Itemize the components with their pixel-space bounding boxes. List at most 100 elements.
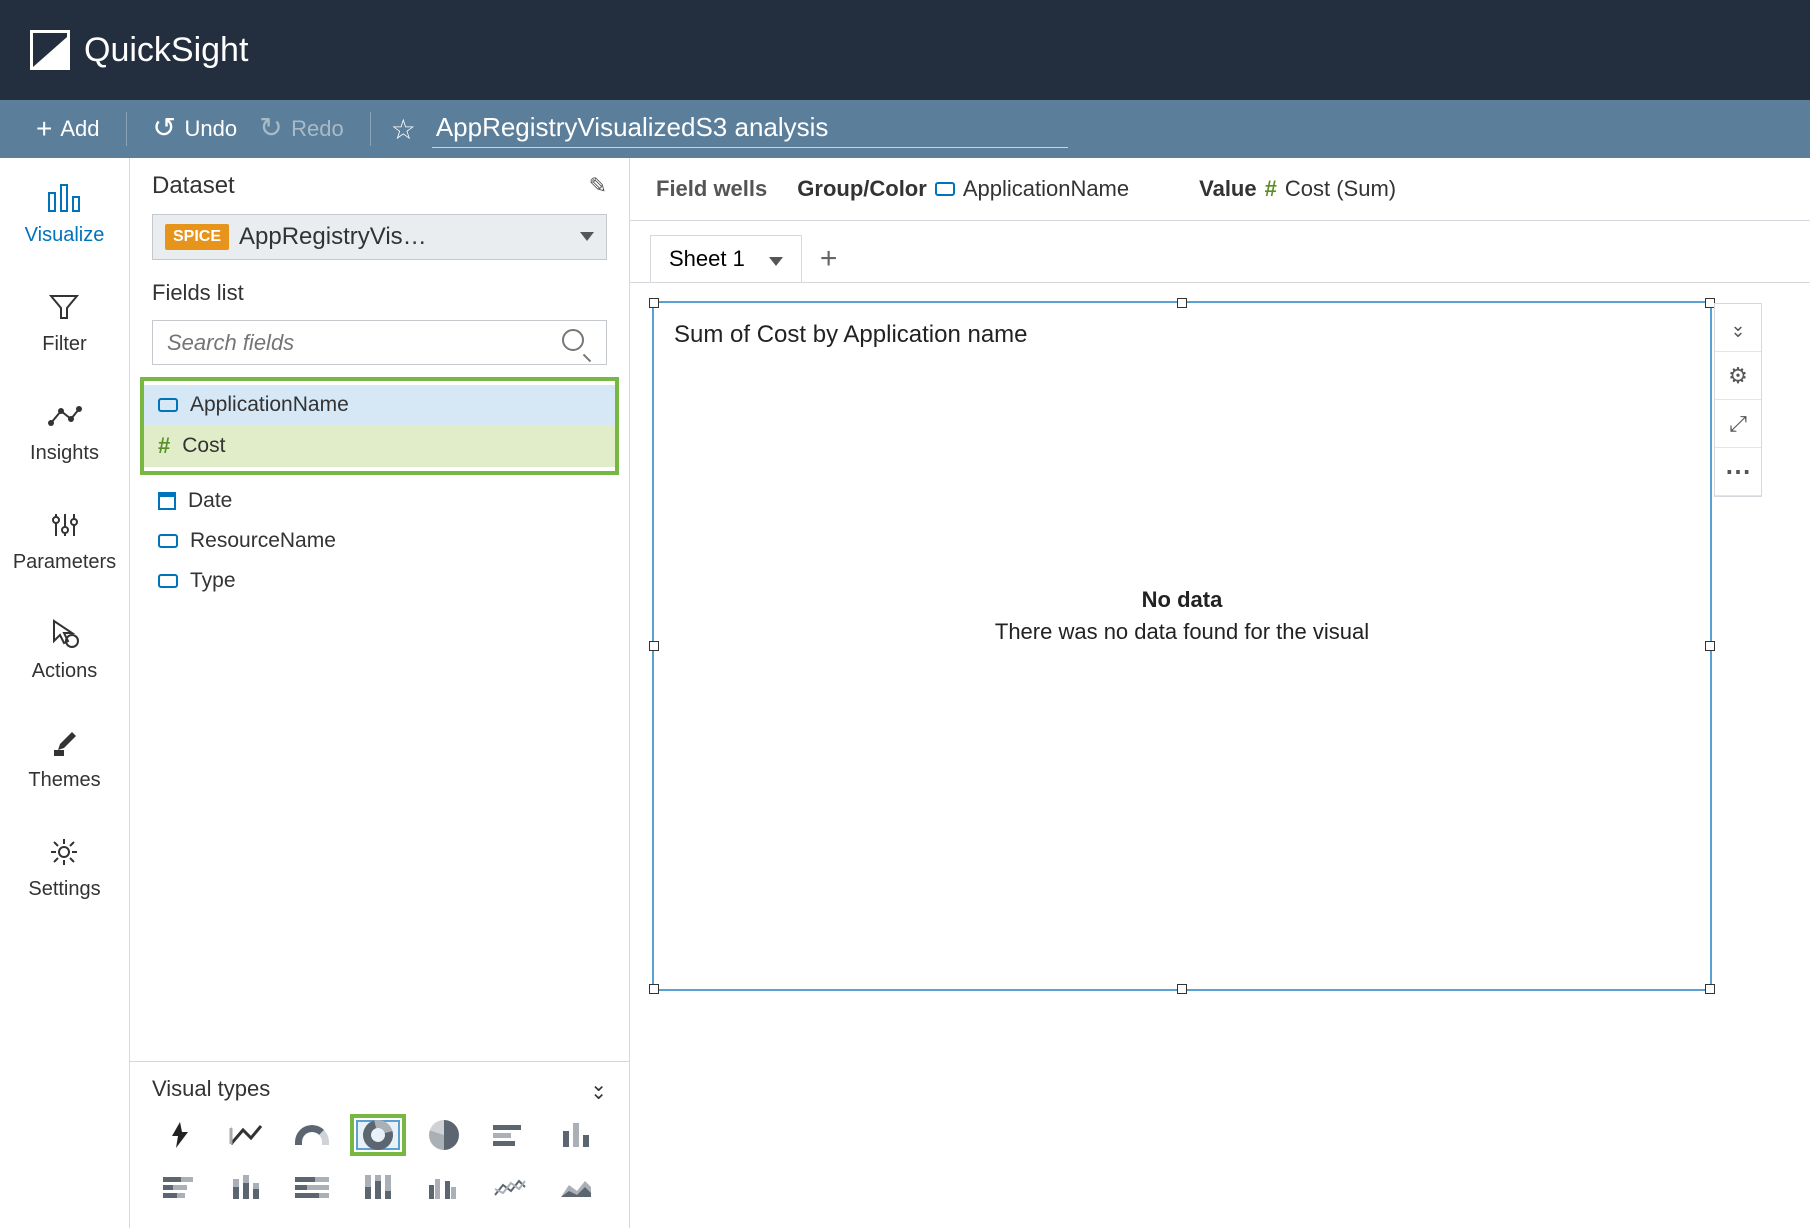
vt-gauge[interactable] (284, 1114, 340, 1156)
vt-vstacked[interactable] (218, 1166, 274, 1208)
group-color-field: ApplicationName (963, 176, 1129, 202)
rail-insights[interactable]: Insights (30, 396, 99, 465)
selected-fields-highlight: ApplicationName Cost (140, 377, 619, 475)
visual-maximize-button[interactable] (1715, 400, 1761, 448)
resize-handle[interactable] (1705, 641, 1715, 651)
chevron-double-down-icon (1730, 322, 1745, 334)
rail-filter[interactable]: Filter (42, 287, 86, 356)
vt-hstacked100[interactable] (284, 1166, 340, 1208)
insights-icon (45, 396, 85, 436)
search-fields-input-wrap[interactable] (152, 320, 607, 365)
resize-handle[interactable] (1705, 984, 1715, 994)
number-type-icon (158, 433, 170, 459)
vt-line[interactable] (482, 1166, 538, 1208)
svg-text:↓: ↓ (229, 1124, 234, 1135)
funnel-icon (44, 287, 84, 327)
vt-auto[interactable] (152, 1114, 208, 1156)
rail-themes[interactable]: Themes (28, 723, 100, 792)
field-type[interactable]: Type (152, 561, 607, 601)
rail-filter-label: Filter (42, 333, 86, 356)
field-date[interactable]: Date (152, 481, 607, 521)
resize-handle[interactable] (649, 298, 659, 308)
fields-panel: Dataset SPICE AppRegistryVis… Fields lis… (130, 158, 630, 1228)
app-logo[interactable]: QuickSight (30, 30, 248, 70)
search-fields-input[interactable] (167, 330, 562, 356)
collapse-icon[interactable] (590, 1081, 607, 1097)
string-type-icon (935, 182, 955, 196)
rail-actions[interactable]: Actions (32, 614, 98, 683)
sheet-tab-label: Sheet 1 (669, 246, 745, 272)
visual-container[interactable]: Sum of Cost by Application name No data … (652, 301, 1712, 991)
field-applicationname[interactable]: ApplicationName (144, 385, 615, 425)
favorite-icon[interactable] (391, 113, 416, 146)
field-label: ResourceName (190, 529, 336, 553)
string-type-icon (158, 534, 178, 548)
redo-icon (259, 117, 283, 141)
group-color-label: Group/Color (797, 176, 927, 202)
vt-clustered[interactable] (416, 1166, 472, 1208)
resize-handle[interactable] (649, 984, 659, 994)
visual-empty-state: No data There was no data found for the … (654, 587, 1710, 645)
visual-side-toolbar (1714, 303, 1762, 497)
resize-handle[interactable] (1177, 298, 1187, 308)
rail-settings[interactable]: Settings (28, 832, 100, 901)
chevron-down-icon[interactable] (755, 246, 783, 272)
vt-hbar[interactable] (482, 1114, 538, 1156)
rail-themes-label: Themes (28, 769, 100, 792)
vt-area[interactable] (548, 1166, 604, 1208)
app-header: QuickSight (0, 0, 1810, 100)
value-well[interactable]: Value Cost (Sum) (1199, 176, 1396, 202)
rail-visualize[interactable]: Visualize (25, 178, 105, 247)
string-type-icon (158, 574, 178, 588)
analysis-name-input[interactable]: AppRegistryVisualizedS3 analysis (432, 110, 1069, 148)
field-label: ApplicationName (190, 393, 349, 417)
resize-handle[interactable] (649, 641, 659, 651)
sliders-icon (45, 505, 85, 545)
undo-icon (153, 117, 177, 141)
brush-icon (45, 723, 85, 763)
field-cost[interactable]: Cost (144, 425, 615, 467)
rail-actions-label: Actions (32, 660, 98, 683)
visual-title: Sum of Cost by Application name (654, 303, 1710, 367)
field-resourcename[interactable]: ResourceName (152, 521, 607, 561)
visual-more-button[interactable] (1715, 448, 1761, 496)
resize-handle[interactable] (1177, 984, 1187, 994)
value-label: Value (1199, 176, 1256, 202)
undo-button[interactable]: Undo (147, 112, 244, 146)
gear-icon (44, 832, 84, 872)
spice-badge: SPICE (165, 224, 229, 250)
edit-dataset-icon[interactable] (589, 173, 607, 199)
cursor-gear-icon (45, 614, 85, 654)
vt-vstacked100[interactable] (350, 1166, 406, 1208)
divider (370, 112, 371, 146)
sheet-tab-1[interactable]: Sheet 1 (650, 235, 802, 282)
rail-settings-label: Settings (28, 878, 100, 901)
rail-parameters[interactable]: Parameters (13, 505, 116, 574)
visual-settings-button[interactable] (1715, 352, 1761, 400)
field-wells[interactable]: Field wells Group/Color ApplicationName … (630, 158, 1810, 221)
add-sheet-button[interactable]: + (812, 242, 846, 276)
fields-list-label: Fields list (130, 274, 629, 312)
vt-pie[interactable] (416, 1114, 472, 1156)
more-icon (1725, 456, 1751, 487)
redo-label: Redo (291, 116, 344, 142)
field-label: Date (188, 489, 232, 513)
left-rail: Visualize Filter Insights Parameters Act… (0, 158, 130, 1228)
vt-kpi[interactable]: ↓ (218, 1114, 274, 1156)
vt-hstacked[interactable] (152, 1166, 208, 1208)
visual-expand-button[interactable] (1715, 304, 1761, 352)
string-type-icon (158, 398, 178, 412)
search-icon (562, 329, 592, 356)
vt-donut-highlighted[interactable] (350, 1114, 406, 1156)
field-wells-label: Field wells (656, 176, 767, 202)
dataset-label: Dataset (152, 172, 235, 200)
dataset-select[interactable]: SPICE AppRegistryVis… (152, 214, 607, 260)
group-color-well[interactable]: Group/Color ApplicationName (797, 176, 1129, 202)
vt-vbar[interactable] (548, 1114, 604, 1156)
redo-button[interactable]: Redo (253, 112, 350, 146)
add-button[interactable]: Add (30, 109, 106, 149)
rail-visualize-label: Visualize (25, 224, 105, 247)
divider (126, 112, 127, 146)
plus-icon (36, 113, 52, 145)
bar-chart-icon (45, 178, 85, 218)
